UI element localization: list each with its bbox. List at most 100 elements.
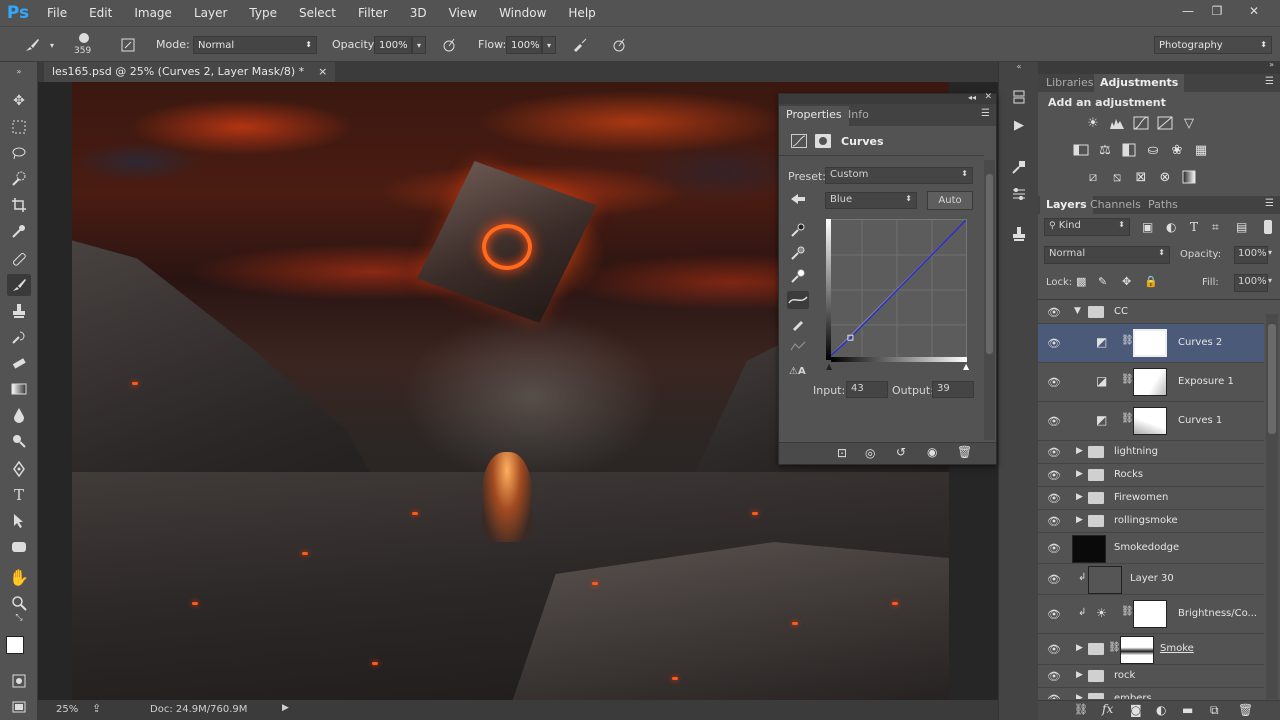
new-layer-icon[interactable]: ⧉ — [1210, 703, 1219, 718]
layer-opacity-field[interactable]: 100% — [1234, 246, 1268, 264]
layer-mask-thumbnail[interactable] — [1133, 600, 1167, 628]
menu-select[interactable]: Select — [288, 0, 347, 26]
group-expanded-icon[interactable]: ▼ — [1074, 306, 1081, 316]
group-collapsed-icon[interactable]: ▶ — [1076, 693, 1083, 699]
share-icon[interactable]: ⇪ — [92, 702, 101, 715]
brightness-contrast-icon[interactable]: ☀ — [1084, 114, 1102, 132]
visibility-eye-icon[interactable]: 👁 — [1047, 491, 1061, 505]
visibility-eye-icon[interactable]: 👁 — [1047, 445, 1061, 459]
curves-graph[interactable] — [826, 219, 967, 360]
eyedropper-tool-icon[interactable] — [7, 220, 31, 242]
visibility-eye-icon[interactable]: 👁 — [1047, 514, 1061, 528]
layer-name[interactable]: Exposure 1 — [1178, 376, 1234, 387]
layer-row-curves-1[interactable]: 👁 ◩ ⛓ Curves 1 — [1038, 402, 1264, 441]
visibility-eye-icon[interactable]: 👁 — [1047, 692, 1061, 700]
layer-row-layer-30[interactable]: 👁 ↲ Layer 30 — [1038, 564, 1264, 595]
tool-preset-dropdown[interactable]: ▾ — [45, 36, 59, 54]
layer-thumbnail[interactable] — [1088, 566, 1122, 594]
view-previous-state-icon[interactable]: ◎ — [865, 446, 875, 460]
menu-edit[interactable]: Edit — [78, 0, 123, 26]
layer-name[interactable]: rollingsmoke — [1114, 515, 1178, 526]
tab-info[interactable]: Info — [841, 106, 876, 126]
group-collapsed-icon[interactable]: ▶ — [1076, 492, 1083, 502]
pen-tool-icon[interactable] — [7, 458, 31, 480]
gradient-map-icon[interactable] — [1180, 168, 1198, 186]
quick-mask-icon[interactable] — [7, 670, 31, 692]
actions-panel-icon[interactable]: ▶ — [1009, 115, 1029, 135]
panel-collapse-icon[interactable]: ◂◂ — [968, 93, 976, 102]
group-mask-thumbnail[interactable] — [1120, 636, 1154, 664]
auto-button[interactable]: Auto — [927, 191, 973, 210]
lock-transparency-icon[interactable]: ▩ — [1076, 275, 1086, 288]
document-tab[interactable]: les165.psd @ 25% (Curves 2, Layer Mask/8… — [44, 62, 336, 82]
pressure-opacity-icon[interactable] — [439, 35, 459, 55]
marquee-tool-icon[interactable] — [7, 116, 31, 138]
history-brush-tool-icon[interactable] — [7, 326, 31, 348]
invert-icon[interactable]: ⧄ — [1084, 168, 1102, 186]
layer-thumbnail[interactable] — [1072, 535, 1106, 563]
zoom-level[interactable]: 25% — [56, 704, 78, 715]
menu-filter[interactable]: Filter — [347, 0, 399, 26]
mask-link-icon[interactable]: ⛓ — [1121, 413, 1134, 424]
filter-pixel-icon[interactable]: ▣ — [1142, 220, 1153, 234]
white-point-slider-icon[interactable]: ▲ — [963, 362, 969, 371]
menu-3d[interactable]: 3D — [399, 0, 438, 26]
highlight-eyedropper-icon[interactable] — [791, 269, 805, 286]
crop-tool-icon[interactable] — [7, 194, 31, 216]
channel-select[interactable]: Blue ⬍ — [825, 192, 917, 209]
fill-field[interactable]: 100% — [1234, 274, 1268, 292]
group-collapsed-icon[interactable]: ▶ — [1076, 469, 1083, 479]
output-field[interactable]: 39 — [932, 381, 974, 398]
curve-point-tool-icon[interactable] — [787, 291, 809, 309]
layer-name[interactable]: Smokedodge — [1114, 542, 1179, 553]
swap-colors-icon[interactable]: ⤡ — [7, 612, 31, 624]
layer-row-exposure-1[interactable]: 👁 ◪ ⛓ Exposure 1 — [1038, 363, 1264, 402]
dodge-tool-icon[interactable] — [7, 430, 31, 452]
close-window-button[interactable]: ✕ — [1238, 0, 1270, 22]
layer-row-smoke[interactable]: 👁 ▶ ⛓ Smoke — [1038, 634, 1264, 665]
brush-presets-icon[interactable] — [1009, 184, 1029, 204]
layer-name[interactable]: Firewomen — [1114, 492, 1168, 503]
lock-all-icon[interactable]: 🔒 — [1144, 275, 1158, 288]
layer-row-curves-2[interactable]: 👁 ◩ ⛓ Curves 2 — [1038, 324, 1264, 363]
pressure-size-icon[interactable] — [609, 35, 629, 55]
layer-name[interactable]: rock — [1114, 670, 1135, 681]
layer-row-rocks[interactable]: 👁 ▶ Rocks — [1038, 464, 1264, 487]
menu-view[interactable]: View — [438, 0, 488, 26]
group-collapsed-icon[interactable]: ▶ — [1076, 446, 1083, 456]
selective-color-icon[interactable]: ⊗ — [1156, 168, 1174, 186]
filter-shape-icon[interactable]: ⌗ — [1212, 220, 1219, 235]
mode-select[interactable]: Normal ⬍ — [193, 36, 317, 54]
color-balance-icon[interactable]: ⚖ — [1096, 141, 1114, 159]
opacity-dropdown[interactable]: ▾ — [412, 36, 426, 54]
menu-image[interactable]: Image — [123, 0, 183, 26]
properties-scrollbar[interactable] — [984, 160, 995, 440]
layer-filter-select[interactable]: ⚲ Kind ⬍ — [1044, 218, 1130, 236]
strip-collapse-icon[interactable]: « — [999, 62, 1039, 74]
brush-tool-icon[interactable] — [22, 35, 42, 55]
photo-filter-icon[interactable]: ⛀ — [1144, 141, 1162, 159]
gradient-tool-icon[interactable] — [7, 378, 31, 400]
layer-mask-icon[interactable] — [815, 134, 831, 148]
new-adjustment-layer-icon[interactable]: ◐ — [1156, 703, 1166, 717]
tab-libraries[interactable]: Libraries — [1040, 74, 1100, 92]
toggle-visibility-icon[interactable]: ◉ — [927, 445, 937, 459]
layer-mask-thumbnail[interactable] — [1133, 329, 1167, 357]
brush-panel-icon[interactable] — [118, 35, 138, 55]
layer-name[interactable]: Brightness/Co... — [1178, 608, 1257, 619]
brush-tool-button[interactable] — [7, 274, 31, 296]
menu-file[interactable]: File — [36, 0, 78, 26]
reset-icon[interactable]: ↺ — [896, 445, 906, 459]
flow-dropdown[interactable]: ▾ — [542, 36, 556, 54]
screen-mode-icon[interactable] — [7, 696, 31, 718]
status-menu-arrow-icon[interactable]: ▶ — [282, 703, 289, 713]
hue-saturation-icon[interactable] — [1072, 141, 1090, 159]
layer-row-lightning[interactable]: 👁 ▶ lightning — [1038, 441, 1264, 464]
foreground-color-swatch[interactable] — [6, 636, 24, 654]
new-group-icon[interactable]: ▬ — [1182, 703, 1193, 717]
panel-close-icon[interactable]: ✕ — [984, 92, 992, 102]
visibility-eye-icon[interactable]: 👁 — [1047, 414, 1061, 428]
visibility-eye-icon[interactable]: 👁 — [1047, 669, 1061, 683]
mask-link-icon[interactable]: ⛓ — [1121, 606, 1134, 617]
layer-name[interactable]: embers — [1114, 693, 1152, 699]
